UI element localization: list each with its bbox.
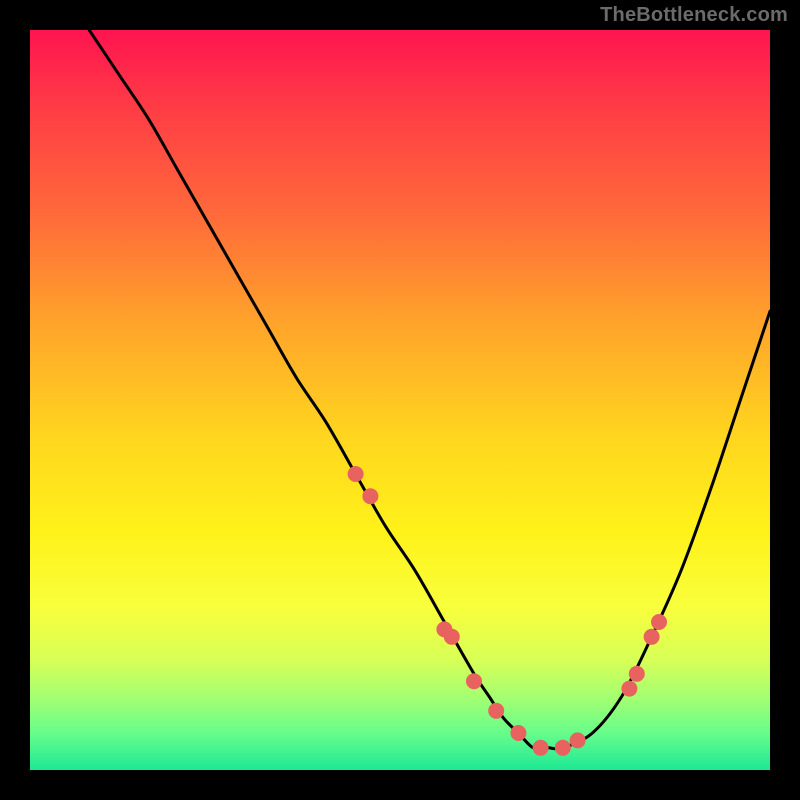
highlight-point [510, 725, 526, 741]
highlight-point [555, 740, 571, 756]
highlight-point [444, 629, 460, 645]
plot-area [30, 30, 770, 770]
bottleneck-curve [30, 30, 770, 770]
highlight-point [348, 466, 364, 482]
highlight-point [533, 740, 549, 756]
curve-path [89, 30, 770, 749]
highlight-point [362, 488, 378, 504]
highlight-point [466, 673, 482, 689]
highlight-point [629, 666, 645, 682]
highlight-point [644, 629, 660, 645]
highlight-point [570, 732, 586, 748]
highlight-point [621, 681, 637, 697]
highlight-point [488, 703, 504, 719]
watermark-text: TheBottleneck.com [600, 4, 788, 27]
highlight-point [651, 614, 667, 630]
chart-frame: TheBottleneck.com [0, 0, 800, 800]
